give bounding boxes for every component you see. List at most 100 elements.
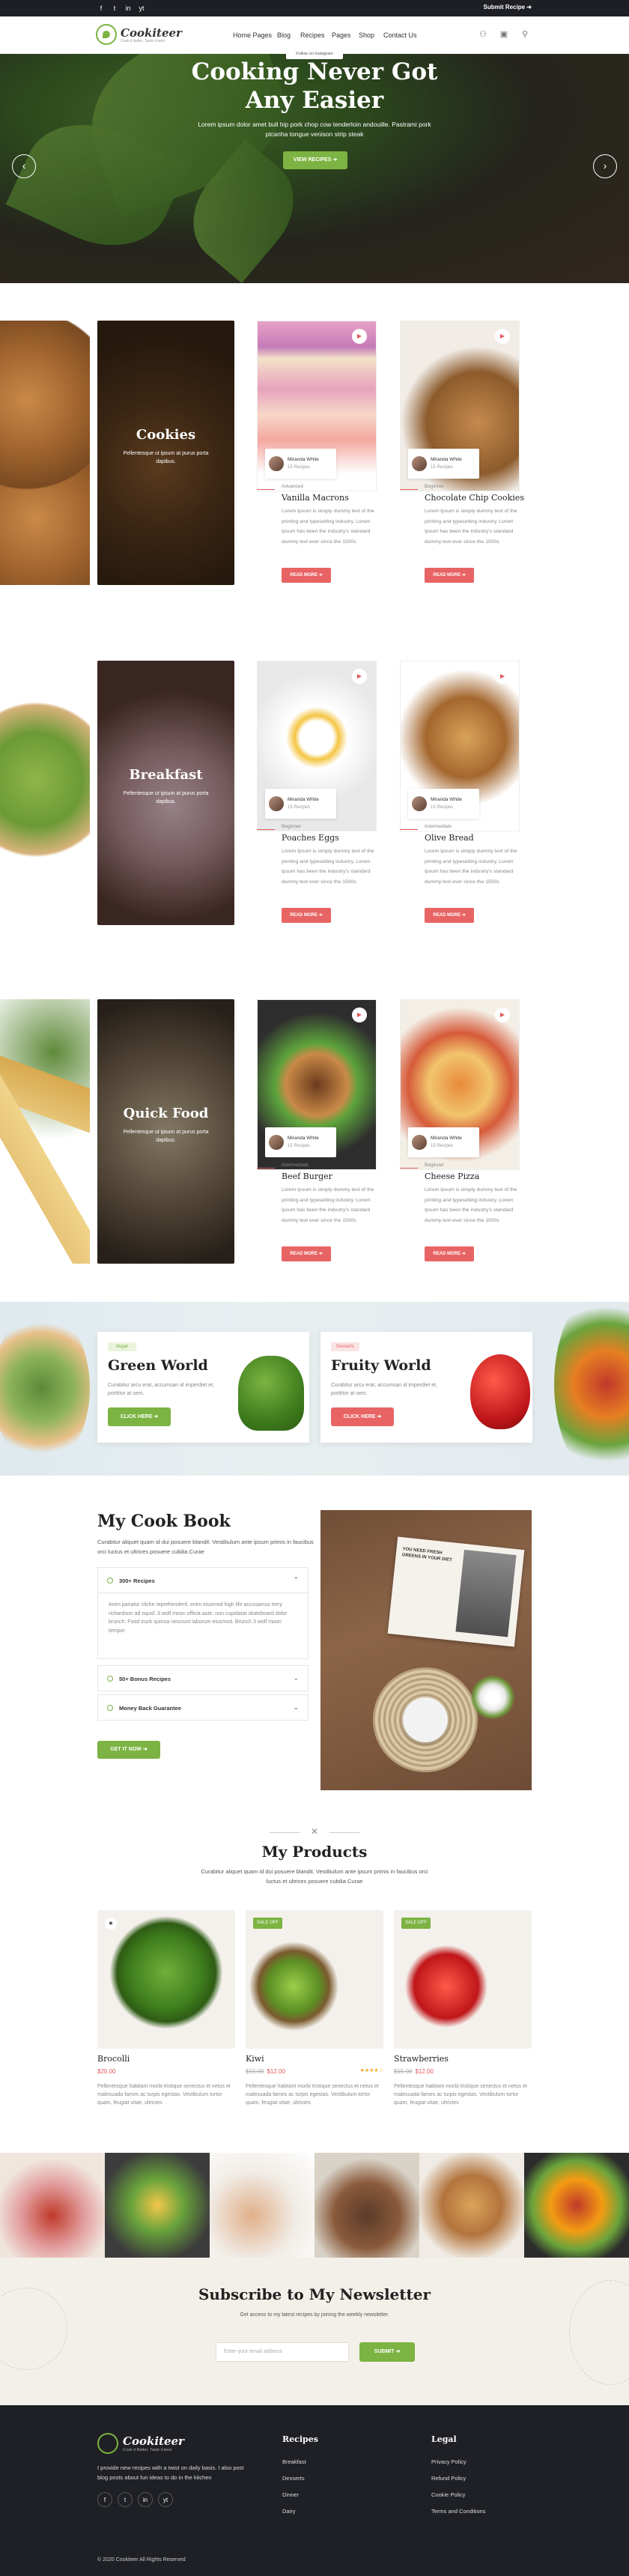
author-name[interactable]: Miranda White xyxy=(288,797,319,802)
cookbook-accordion: 300+ Recipes ⌃ Anim pariatur cliche repr… xyxy=(97,1567,309,1721)
hero-prev-arrow[interactable]: ‹ xyxy=(12,154,36,178)
book-heading: YOU NEED FRESH GREENS IN YOUR DIET xyxy=(401,1547,452,1563)
recipe-title[interactable]: Poaches Eggs xyxy=(282,833,339,843)
product-image[interactable]: ★ xyxy=(97,1910,235,2049)
category-card-breakfast[interactable]: Breakfast Pellentesque ut ipsum at purus… xyxy=(97,661,234,925)
footer-logo-text[interactable]: Cookiteer xyxy=(123,2434,184,2448)
recipe-image[interactable]: ▶ Miranda White 15 Recipes xyxy=(400,661,520,831)
category-card-quick-food[interactable]: Quick Food Pellentesque ut ipsum at puru… xyxy=(97,999,234,1264)
footer-link-dinner[interactable]: Dinner xyxy=(282,2491,299,2498)
author-name[interactable]: Miranda White xyxy=(431,457,462,462)
play-icon[interactable]: ▶ xyxy=(352,329,367,344)
email-input[interactable]: Enter your email address xyxy=(216,2342,349,2362)
instagram-photo[interactable] xyxy=(314,2153,419,2258)
author-name[interactable]: Miranda White xyxy=(288,1136,319,1141)
footer-link-dairy[interactable]: Dairy xyxy=(282,2508,296,2515)
recipe-image[interactable]: ▶ Miranda White 15 Recipes xyxy=(400,999,520,1170)
author-recipe-count: 15 Recipes xyxy=(431,805,454,810)
linkedin-icon[interactable]: in xyxy=(138,2492,153,2507)
hero-next-arrow[interactable]: › xyxy=(593,154,617,178)
get-it-now-button[interactable]: GET IT NOW ➜ xyxy=(97,1741,160,1759)
recipe-image[interactable]: ▶ Miranda White 15 Recipes xyxy=(257,321,377,491)
read-more-button[interactable]: READ MORE ➜ xyxy=(425,1246,474,1261)
play-icon[interactable]: ▶ xyxy=(352,669,367,684)
newsletter-submit-button[interactable]: SUBMIT ➜ xyxy=(359,2342,415,2362)
author-name[interactable]: Miranda White xyxy=(288,457,319,462)
product-description: Pellentesque habitant morbi tristique se… xyxy=(97,2084,231,2106)
linkedin-icon[interactable]: in xyxy=(124,4,132,12)
instagram-photo[interactable] xyxy=(210,2153,314,2258)
green-world-button[interactable]: CLICK HERE ➜ xyxy=(108,1407,171,1426)
recipe-title[interactable]: Cheese Pizza xyxy=(425,1172,479,1181)
read-more-button[interactable]: READ MORE ➜ xyxy=(282,908,331,923)
product-name[interactable]: Brocolli xyxy=(97,2054,130,2064)
submit-recipe-link[interactable]: Submit Recipe ➜ xyxy=(483,4,532,10)
recipe-title[interactable]: Vanilla Macrons xyxy=(282,493,349,503)
chevron-down-icon: ⌄ xyxy=(293,1703,299,1711)
accordion-item-300-recipes[interactable]: 300+ Recipes ⌃ xyxy=(97,1567,309,1593)
recipe-title[interactable]: Olive Bread xyxy=(425,833,474,843)
facebook-icon[interactable]: f xyxy=(97,2492,112,2507)
nav-home-pages[interactable]: Home Pages xyxy=(233,31,272,39)
play-icon[interactable]: ▶ xyxy=(495,669,510,684)
footer-logo-icon xyxy=(97,2433,118,2454)
nav-pages[interactable]: Pages xyxy=(332,31,351,39)
footer-link-desserts[interactable]: Desserts xyxy=(282,2475,305,2482)
footer-link-breakfast[interactable]: Breakfast xyxy=(282,2458,306,2465)
twitter-icon[interactable]: t xyxy=(111,4,118,12)
play-icon[interactable]: ▶ xyxy=(495,329,510,344)
product-card: SALE OFF Strawberries $15.00 $12.00 Pelle… xyxy=(394,1910,532,2133)
follow-instagram-button[interactable]: Follow on Instagram xyxy=(286,49,343,59)
read-more-button[interactable]: READ MORE ➜ xyxy=(282,568,331,583)
instagram-photo[interactable] xyxy=(105,2153,210,2258)
fruity-world-button[interactable]: CLICK HERE ➜ xyxy=(331,1407,394,1426)
newsletter-section xyxy=(0,2258,629,2405)
youtube-icon[interactable]: yt xyxy=(138,4,145,12)
avatar xyxy=(412,796,427,811)
divider xyxy=(270,1832,300,1833)
category-card-cookies[interactable]: Cookies Pellentesque ut ipsum at purus p… xyxy=(97,321,234,585)
read-more-button[interactable]: READ MORE ➜ xyxy=(425,908,474,923)
category-title: Quick Food xyxy=(123,1106,209,1121)
product-name[interactable]: Strawberries xyxy=(394,2054,449,2064)
accordion-item-money-back[interactable]: Money Back Guarantee ⌄ xyxy=(97,1694,309,1721)
nav-shop[interactable]: Shop xyxy=(359,31,374,39)
nav-blog[interactable]: Blog xyxy=(277,31,291,39)
accordion-title: 50+ Bonus Recipes xyxy=(119,1676,171,1682)
play-icon[interactable]: ▶ xyxy=(495,1007,510,1022)
footer-link-privacy[interactable]: Privacy Policy xyxy=(431,2458,467,2465)
instagram-photo[interactable] xyxy=(0,2153,105,2258)
product-name[interactable]: Kiwi xyxy=(246,2054,264,2064)
play-icon[interactable]: ▶ xyxy=(352,1007,367,1022)
user-icon[interactable]: ⚇ xyxy=(478,29,488,40)
footer-link-cookie[interactable]: Cookie Policy xyxy=(431,2491,465,2498)
author-name[interactable]: Miranda White xyxy=(431,1136,462,1141)
recipe-image[interactable]: ▶ Miranda White 15 Recipes xyxy=(400,321,520,491)
youtube-icon[interactable]: yt xyxy=(158,2492,173,2507)
recipe-image[interactable]: ▶ Miranda White 15 Recipes xyxy=(257,661,377,831)
view-recipes-button[interactable]: VIEW RECIPES ➜ xyxy=(283,151,347,169)
recipe-title[interactable]: Beef Burger xyxy=(282,1172,332,1181)
recipe-description: Lorem Ipsum is simply dummy text of the … xyxy=(425,849,517,885)
recipe-image[interactable]: ▶ Miranda White 15 Recipes xyxy=(257,999,377,1170)
instagram-photo[interactable] xyxy=(524,2153,629,2258)
read-more-button[interactable]: READ MORE ➜ xyxy=(282,1246,331,1261)
search-icon[interactable]: ⚲ xyxy=(520,29,530,40)
read-more-button[interactable]: READ MORE ➜ xyxy=(425,568,474,583)
footer-link-terms[interactable]: Terms and Conditions xyxy=(431,2508,486,2515)
old-price: $15.00 xyxy=(246,2068,264,2075)
recipe-title[interactable]: Chocolate Chip Cookies xyxy=(425,493,524,503)
author-name[interactable]: Miranda White xyxy=(431,797,462,802)
accordion-item-bonus-recipes[interactable]: 50+ Bonus Recipes ⌄ xyxy=(97,1665,309,1691)
product-image[interactable]: SALE OFF xyxy=(246,1910,383,2049)
twitter-icon[interactable]: t xyxy=(118,2492,133,2507)
instagram-photo[interactable] xyxy=(419,2153,524,2258)
recipe-card: ▶ Miranda White 15 Recipes Intermediate … xyxy=(400,661,520,929)
product-image[interactable]: SALE OFF xyxy=(394,1910,532,2049)
cart-icon[interactable]: ▣ xyxy=(499,29,509,40)
star-icon[interactable]: ★ xyxy=(105,1918,117,1930)
nav-contact-us[interactable]: Contact Us xyxy=(383,31,417,39)
facebook-icon[interactable]: f xyxy=(97,4,105,12)
nav-recipes[interactable]: Recipes xyxy=(300,31,325,39)
footer-link-refund[interactable]: Refund Policy xyxy=(431,2475,466,2482)
